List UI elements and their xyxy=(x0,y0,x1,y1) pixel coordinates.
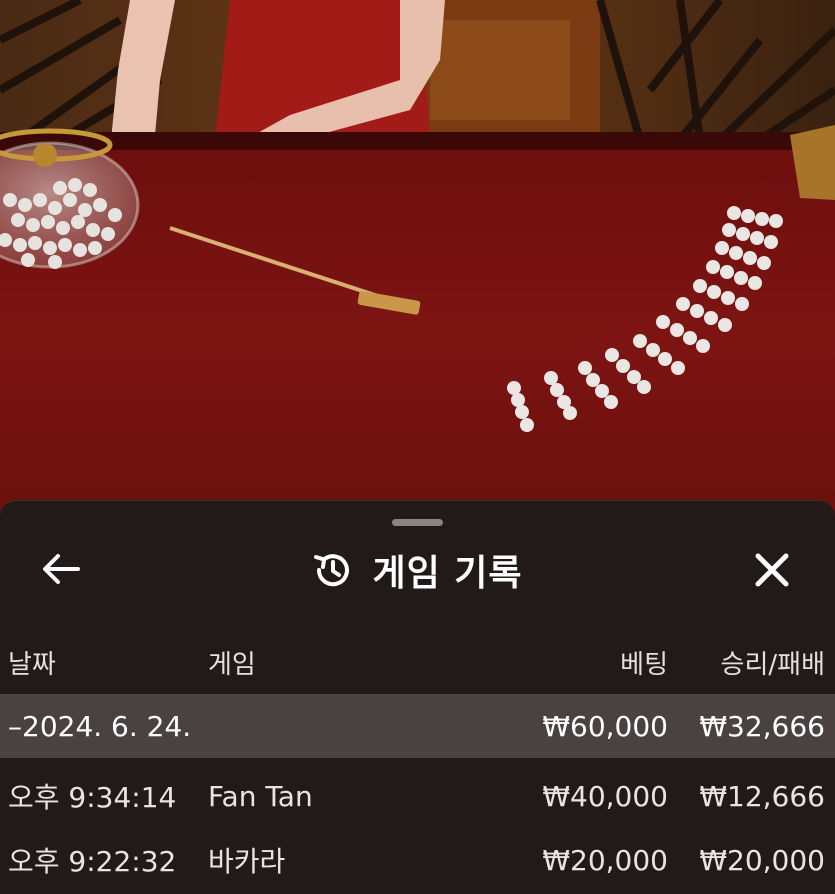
day-group-bet-total: ₩60,000 xyxy=(542,709,668,743)
row-game: 바카라 xyxy=(208,845,286,878)
live-game-video xyxy=(0,0,835,520)
table-row[interactable]: 오후 9:34:14 Fan Tan ₩40,000 ₩12,666 xyxy=(0,764,835,828)
row-time: 오후 9:22:32 xyxy=(8,845,177,878)
row-game: Fan Tan xyxy=(208,779,313,813)
day-group-row[interactable]: –2024. 6. 24. ₩60,000 ₩32,666 xyxy=(0,694,835,758)
history-icon xyxy=(312,549,354,591)
row-bet: ₩40,000 xyxy=(542,779,668,813)
row-result: ₩20,000 xyxy=(699,843,825,877)
row-result: ₩12,666 xyxy=(699,779,825,813)
day-group-result-total: ₩32,666 xyxy=(699,709,825,743)
column-header-date: 날짜 xyxy=(8,649,56,680)
sheet-header: 게임 기록 xyxy=(0,545,835,595)
column-header-result: 승리/패배 xyxy=(720,649,825,680)
row-time: 오후 9:34:14 xyxy=(8,781,177,814)
table-header: 날짜 게임 베팅 승리/패배 xyxy=(0,630,835,694)
table-row[interactable]: 오후 9:22:32 바카라 ₩20,000 ₩20,000 xyxy=(0,828,835,892)
column-header-game: 게임 xyxy=(208,649,256,680)
page-title: 게임 기록 xyxy=(372,553,523,594)
sheet-drag-handle[interactable] xyxy=(392,519,443,526)
day-group-date: –2024. 6. 24. xyxy=(8,709,192,743)
column-header-bet: 베팅 xyxy=(620,649,668,680)
row-bet: ₩20,000 xyxy=(542,843,668,877)
close-button[interactable] xyxy=(752,550,792,590)
close-icon xyxy=(755,553,789,587)
history-table: 날짜 게임 베팅 승리/패배 –2024. 6. 24. ₩60,000 ₩32… xyxy=(0,630,835,892)
